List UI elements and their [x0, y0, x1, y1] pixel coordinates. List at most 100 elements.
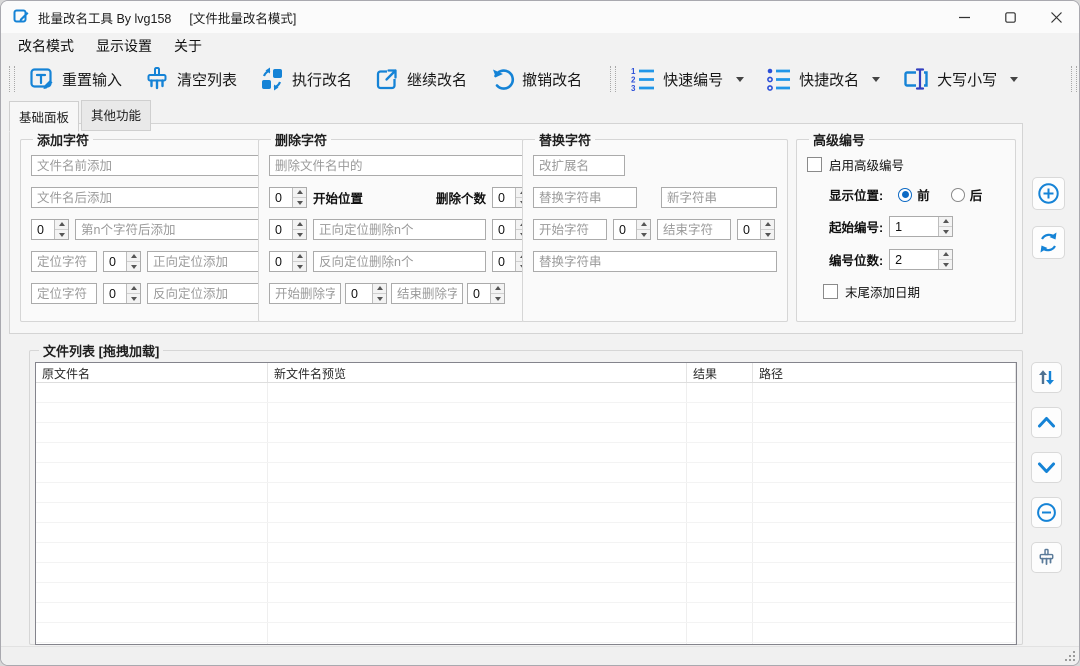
move-down-button[interactable]	[1031, 452, 1062, 483]
spinner-up-button[interactable]	[127, 284, 140, 294]
tab-basic-panel[interactable]: 基础面板	[9, 101, 79, 132]
remove-item-button[interactable]	[1031, 497, 1062, 528]
table-row[interactable]	[36, 543, 1016, 563]
toolbar-grip[interactable]	[610, 66, 616, 92]
refresh-button[interactable]	[1032, 226, 1065, 259]
table-row[interactable]	[36, 523, 1016, 543]
delete-end-char-input[interactable]	[391, 283, 463, 304]
column-header[interactable]: 新文件名预览	[268, 363, 687, 382]
table-row[interactable]	[36, 603, 1016, 623]
spinner-down-button[interactable]	[761, 230, 774, 239]
spinner-down-button[interactable]	[293, 198, 306, 207]
sort-updown-button[interactable]	[1031, 362, 1062, 393]
move-up-button[interactable]	[1031, 407, 1062, 438]
enable-advanced-number-checkbox[interactable]	[807, 157, 822, 172]
spinner-value[interactable]	[493, 252, 515, 271]
spinner-value[interactable]	[270, 252, 292, 271]
table-row[interactable]	[36, 463, 1016, 483]
menu-item-rename-mode[interactable]: 改名模式	[7, 33, 85, 59]
table-row[interactable]	[36, 563, 1016, 583]
case-toggle-dropdown[interactable]: 大写小写	[894, 63, 1026, 95]
spinner-up-button[interactable]	[761, 220, 774, 230]
column-header[interactable]: 原文件名	[36, 363, 268, 382]
spinner-up-button[interactable]	[293, 252, 306, 262]
spinner-down-button[interactable]	[293, 262, 306, 271]
toolbar-grip[interactable]	[9, 66, 15, 92]
maximize-button[interactable]	[987, 1, 1033, 33]
delete-contains-input[interactable]	[269, 155, 530, 176]
add-files-button[interactable]	[1032, 177, 1065, 210]
spinner-up-button[interactable]	[491, 284, 504, 294]
close-button[interactable]	[1033, 1, 1079, 33]
replace-end-char-input[interactable]	[657, 219, 731, 240]
column-header[interactable]: 路径	[753, 363, 1016, 382]
reset-input-button[interactable]: 重置输入	[21, 63, 130, 95]
spinner-up-button[interactable]	[637, 220, 650, 230]
spinner-down-button[interactable]	[373, 294, 386, 303]
spinner-value[interactable]	[493, 220, 515, 239]
spinner-value[interactable]	[270, 220, 292, 239]
spinner-value[interactable]	[614, 220, 636, 239]
spinner-down-button[interactable]	[939, 227, 952, 236]
spinner-value[interactable]	[104, 252, 126, 271]
delete-begin-char-input[interactable]	[269, 283, 341, 304]
spinner-down-button[interactable]	[637, 230, 650, 239]
spinner-down-button[interactable]	[491, 294, 504, 303]
forward-delete-input[interactable]	[313, 219, 486, 240]
append-date-checkbox[interactable]	[823, 284, 838, 299]
menu-item-display-settings[interactable]: 显示设置	[85, 33, 163, 59]
quick-number-dropdown[interactable]: 1 2 3 快速编号	[622, 63, 752, 95]
spinner-up-button[interactable]	[293, 188, 306, 198]
spinner-value[interactable]	[890, 217, 938, 236]
table-row[interactable]	[36, 503, 1016, 523]
toolbar-grip[interactable]	[1071, 66, 1077, 92]
replace-start-char-input[interactable]	[533, 219, 607, 240]
table-row[interactable]	[36, 643, 1016, 645]
table-row[interactable]	[36, 483, 1016, 503]
table-row[interactable]	[36, 443, 1016, 463]
table-row[interactable]	[36, 403, 1016, 423]
spinner-up-button[interactable]	[939, 217, 952, 227]
spinner-value[interactable]	[738, 220, 760, 239]
minimize-button[interactable]	[941, 1, 987, 33]
resize-grip-icon[interactable]	[1064, 650, 1076, 662]
table-row[interactable]	[36, 423, 1016, 443]
clear-list-button[interactable]: 清空列表	[136, 63, 245, 95]
spinner-down-button[interactable]	[939, 260, 952, 269]
position-front-radio[interactable]	[898, 188, 912, 202]
tab-other-functions[interactable]: 其他功能	[81, 100, 151, 131]
table-row[interactable]	[36, 583, 1016, 603]
position-back-radio[interactable]	[951, 188, 965, 202]
spinner-up-button[interactable]	[939, 250, 952, 260]
spinner-value[interactable]	[32, 220, 54, 239]
spinner-up-button[interactable]	[127, 252, 140, 262]
change-extension-input[interactable]	[533, 155, 625, 176]
spinner-value[interactable]	[493, 188, 515, 207]
quick-rename-dropdown[interactable]: 快捷改名	[758, 63, 888, 95]
spinner-up-button[interactable]	[55, 220, 68, 230]
continue-rename-button[interactable]: 继续改名	[366, 63, 475, 95]
spinner-value[interactable]	[346, 284, 372, 303]
spinner-down-button[interactable]	[127, 294, 140, 303]
clear-table-button[interactable]	[1031, 542, 1062, 573]
table-row[interactable]	[36, 383, 1016, 403]
spinner-down-button[interactable]	[127, 262, 140, 271]
spinner-value[interactable]	[890, 250, 938, 269]
reverse-delete-input[interactable]	[313, 251, 486, 272]
spinner-value[interactable]	[468, 284, 490, 303]
spinner-up-button[interactable]	[373, 284, 386, 294]
spinner-value[interactable]	[104, 284, 126, 303]
spinner-up-button[interactable]	[293, 220, 306, 230]
forward-locate-char-input[interactable]	[31, 251, 97, 272]
replace-range-string-input[interactable]	[533, 251, 777, 272]
spinner-down-button[interactable]	[55, 230, 68, 239]
reverse-locate-char-input[interactable]	[31, 283, 97, 304]
column-header[interactable]: 结果	[687, 363, 753, 382]
spinner-value[interactable]	[270, 188, 292, 207]
execute-rename-button[interactable]: 执行改名	[251, 63, 360, 95]
table-row[interactable]	[36, 623, 1016, 643]
menu-item-about[interactable]: 关于	[163, 33, 213, 59]
spinner-down-button[interactable]	[293, 230, 306, 239]
replace-new-input[interactable]	[661, 187, 777, 208]
undo-rename-button[interactable]: 撤销改名	[481, 63, 590, 95]
